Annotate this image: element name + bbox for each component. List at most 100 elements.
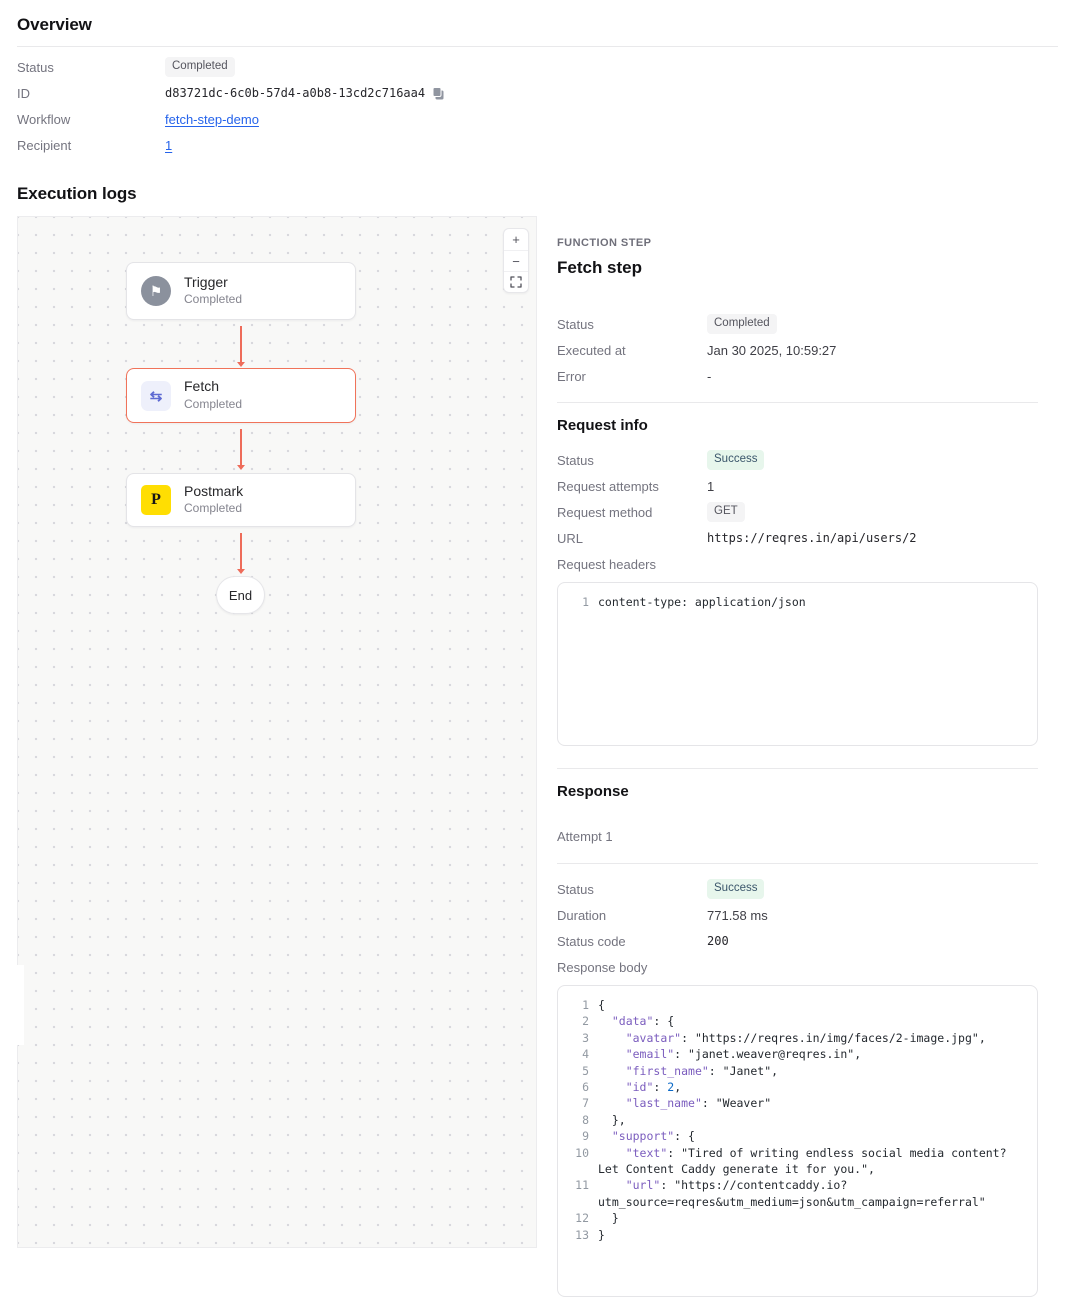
code-text: "first_name": "Janet", [598, 1063, 1027, 1079]
code-text: } [598, 1210, 1027, 1226]
field-label: ID [17, 86, 165, 101]
request-status-badge: Success [707, 450, 764, 470]
node-text: PostmarkCompleted [184, 483, 243, 517]
node-subtitle: Completed [184, 397, 242, 413]
code-line: 12 } [568, 1210, 1027, 1226]
executed-at-value: Jan 30 2025, 10:59:27 [707, 343, 836, 358]
line-number: 3 [568, 1030, 589, 1046]
field-row: StatusCompleted [557, 311, 1038, 337]
divider [557, 768, 1038, 769]
fit-view-button[interactable] [504, 271, 528, 292]
canvas-overlay-box [0, 965, 24, 1045]
zoom-in-button[interactable]: + [504, 229, 528, 250]
field-label: Request headers [557, 557, 707, 572]
field-row: Status code200 [557, 928, 1038, 954]
workflow-link[interactable]: fetch-step-demo [165, 112, 259, 127]
workflow-node-trigger[interactable]: ⚑TriggerCompleted [126, 262, 356, 320]
node-title: Postmark [184, 483, 243, 501]
request-info-title: Request info [557, 417, 1038, 434]
field-row: Error- [557, 363, 1038, 389]
code-line: 9 "support": { [568, 1128, 1027, 1144]
line-number: 1 [568, 997, 589, 1013]
edge-arrow [240, 429, 242, 465]
line-number: 10 [568, 1145, 589, 1178]
request-url-value: https://reqres.in/api/users/2 [707, 531, 917, 545]
response-status-badge: Success [707, 879, 764, 899]
recipient-link[interactable]: 1 [165, 138, 172, 153]
status-code-value: 200 [707, 934, 729, 948]
step-type-kicker: FUNCTION STEP [557, 237, 1038, 249]
field-row: Request headers [557, 551, 1038, 577]
code-text: "support": { [598, 1128, 1027, 1144]
field-label: Executed at [557, 343, 707, 358]
code-line: 4 "email": "janet.weaver@reqres.in", [568, 1046, 1027, 1062]
line-number: 8 [568, 1112, 589, 1128]
request-headers-code[interactable]: 1 content-type: application/json [557, 582, 1038, 746]
divider [557, 863, 1038, 864]
field-row: Workflowfetch-step-demo [17, 106, 1058, 132]
code-text: { [598, 997, 1027, 1013]
code-lines: 1{2 "data": {3 "avatar": "https://reqres… [568, 997, 1027, 1243]
field-label: Duration [557, 908, 707, 923]
node-title: Fetch [184, 378, 242, 396]
duration-value: 771.58 ms [707, 908, 768, 923]
code-line: 8 }, [568, 1112, 1027, 1128]
line-number: 1 [568, 594, 589, 610]
run-status-badge: Completed [165, 57, 235, 77]
code-text: "id": 2, [598, 1079, 1027, 1095]
line-number: 9 [568, 1128, 589, 1144]
response-title: Response [557, 783, 1038, 800]
swap-arrows-icon: ⇆ [141, 381, 171, 411]
field-row: Request methodGET [557, 499, 1038, 525]
line-number: 5 [568, 1063, 589, 1079]
code-text: "url": "https://contentcaddy.io?utm_sour… [598, 1177, 1027, 1210]
field-label: Status [557, 882, 707, 897]
field-label: Recipient [17, 138, 165, 153]
node-title: Trigger [184, 274, 242, 292]
code-line: 1{ [568, 997, 1027, 1013]
executed-at-value: Jan 30 2025, 10:59:27 [707, 343, 836, 358]
error-value: - [707, 369, 711, 384]
execution-detail-page: Overview StatusCompletedIDd83721dc-6c0b-… [0, 0, 1075, 1297]
code-line: 5 "first_name": "Janet", [568, 1063, 1027, 1079]
code-line: 11 "url": "https://contentcaddy.io?utm_s… [568, 1177, 1027, 1210]
code-text: "last_name": "Weaver" [598, 1095, 1027, 1111]
request-url-value: https://reqres.in/api/users/2 [707, 531, 917, 545]
field-label: Request method [557, 505, 707, 520]
code-text: content-type: application/json [598, 594, 1027, 610]
field-label: Status [557, 317, 707, 332]
status-code-value: 200 [707, 934, 729, 948]
node-subtitle: Completed [184, 501, 243, 517]
field-row: StatusCompleted [17, 54, 1058, 80]
response-status-badge: Success [707, 879, 764, 899]
fit-view-icon [510, 276, 522, 288]
zoom-out-button[interactable]: − [504, 250, 528, 271]
code-text: "avatar": "https://reqres.in/img/faces/2… [598, 1030, 1027, 1046]
line-number: 12 [568, 1210, 589, 1226]
code-line: 7 "last_name": "Weaver" [568, 1095, 1027, 1111]
run-id: d83721dc-6c0b-57d4-a0b8-13cd2c716aa4 [165, 86, 445, 100]
end-node[interactable]: End [216, 576, 265, 614]
field-label: Status [557, 453, 707, 468]
workflow-node-fetch[interactable]: ⇆ FetchCompleted [126, 368, 356, 423]
field-row: Recipient1 [17, 132, 1058, 158]
duration-value: 771.58 ms [707, 908, 768, 923]
field-row: URLhttps://reqres.in/api/users/2 [557, 525, 1038, 551]
field-row: Executed atJan 30 2025, 10:59:27 [557, 337, 1038, 363]
field-row: IDd83721dc-6c0b-57d4-a0b8-13cd2c716aa4 [17, 80, 1058, 106]
run-status-badge: Completed [165, 57, 235, 77]
request-info-rows: StatusSuccessRequest attempts1Request me… [557, 447, 1038, 577]
workflow-link: fetch-step-demo [165, 112, 259, 127]
error-value: - [707, 369, 711, 384]
field-label: Request attempts [557, 479, 707, 494]
response-body-code[interactable]: 1{2 "data": {3 "avatar": "https://reqres… [557, 985, 1038, 1297]
step-status-badge: Completed [707, 314, 777, 334]
field-label: Response body [557, 960, 707, 975]
workflow-canvas[interactable]: + − ⚑TriggerCompleted⇆FetchCompletedPPos… [17, 216, 537, 1248]
attempt-label: Attempt 1 [557, 829, 1038, 844]
field-row: StatusSuccess [557, 876, 1038, 902]
node-text: FetchCompleted [184, 378, 242, 412]
recipient-link: 1 [165, 138, 172, 153]
workflow-node-postmark[interactable]: PPostmarkCompleted [126, 473, 356, 527]
copy-icon[interactable] [432, 87, 445, 100]
